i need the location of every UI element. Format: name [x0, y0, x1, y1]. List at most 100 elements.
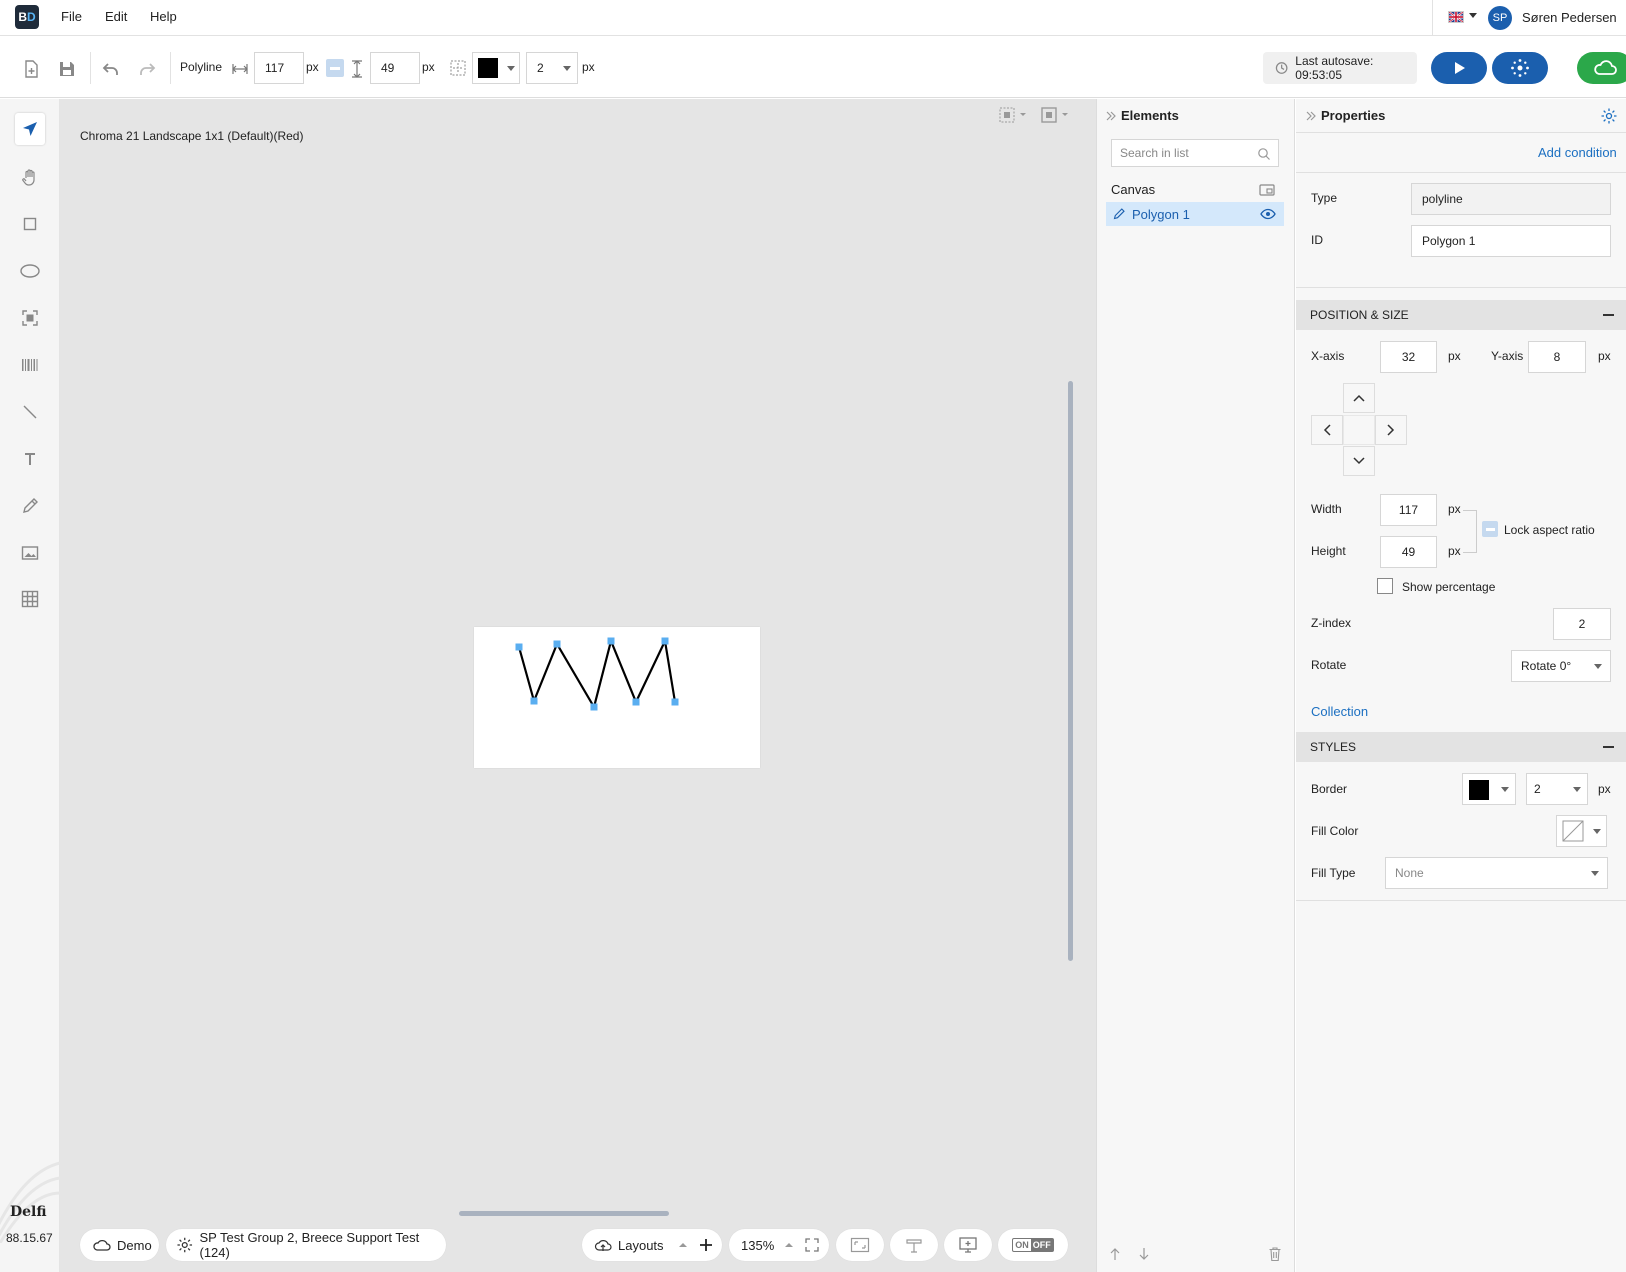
- eye-icon[interactable]: [1260, 208, 1276, 220]
- fill-color-picker[interactable]: [1556, 815, 1607, 847]
- user-name[interactable]: Søren Pedersen: [1522, 10, 1617, 25]
- vertex-handle[interactable]: [515, 643, 523, 651]
- align-menu-icon[interactable]: [998, 106, 1030, 124]
- fill-type-select[interactable]: None: [1385, 857, 1608, 889]
- hand-icon: [22, 169, 35, 186]
- nudge-up-button[interactable]: [1343, 383, 1375, 413]
- y-axis-input[interactable]: 8: [1528, 341, 1586, 373]
- image-tool[interactable]: [18, 541, 42, 565]
- nudge-left-button[interactable]: [1311, 415, 1343, 445]
- border-color-picker[interactable]: [1462, 773, 1516, 805]
- border-style-icon[interactable]: [449, 59, 467, 77]
- frame-tool[interactable]: [18, 306, 42, 330]
- chevron-up-icon[interactable]: [678, 1241, 688, 1249]
- vertical-scrollbar[interactable]: [1068, 381, 1073, 961]
- zindex-input[interactable]: 2: [1553, 608, 1611, 640]
- position-size-section[interactable]: POSITION & SIZE: [1296, 300, 1626, 330]
- gear-icon[interactable]: [1600, 107, 1618, 125]
- collapse-icon[interactable]: [1603, 746, 1614, 748]
- horizontal-scrollbar[interactable]: [459, 1211, 669, 1216]
- styles-section[interactable]: STYLES: [1296, 732, 1626, 762]
- zoom-control[interactable]: 135%: [729, 1229, 829, 1261]
- vertex-handle[interactable]: [632, 698, 640, 706]
- ellipse-tool[interactable]: [18, 259, 42, 283]
- chevron-double-right-icon[interactable]: [1306, 110, 1316, 122]
- new-file-icon[interactable]: [21, 59, 41, 79]
- avatar[interactable]: SP: [1488, 6, 1512, 30]
- vertex-handle[interactable]: [590, 703, 598, 711]
- chevron-down-icon[interactable]: [1469, 13, 1477, 18]
- collapse-icon[interactable]: [1603, 314, 1614, 316]
- nudge-down-button[interactable]: [1343, 446, 1375, 476]
- height-input[interactable]: 49: [1380, 536, 1437, 568]
- preview-screen-button[interactable]: [944, 1229, 992, 1261]
- uk-flag-icon[interactable]: [1448, 11, 1464, 23]
- id-input[interactable]: Polygon 1: [1411, 225, 1611, 257]
- no-fill-icon: [1562, 820, 1584, 842]
- save-icon[interactable]: [57, 59, 77, 79]
- cloud-sync-button[interactable]: [1577, 52, 1626, 84]
- border-width-select[interactable]: 2: [526, 52, 578, 84]
- hand-tool[interactable]: [18, 166, 42, 190]
- layouts-control[interactable]: Layouts: [582, 1229, 722, 1261]
- arrow-down-icon[interactable]: [1138, 1247, 1150, 1261]
- redo-icon[interactable]: [137, 59, 157, 79]
- group-selector[interactable]: SP Test Group 2, Breece Support Test (12…: [166, 1229, 446, 1261]
- chevron-double-right-icon[interactable]: [1106, 110, 1116, 122]
- nudge-right-button[interactable]: [1375, 415, 1407, 445]
- group-label: SP Test Group 2, Breece Support Test (12…: [199, 1230, 420, 1260]
- border-color-picker[interactable]: [472, 52, 520, 84]
- gear-icon: [177, 1237, 193, 1253]
- undo-icon[interactable]: [101, 59, 121, 79]
- trash-icon[interactable]: [1268, 1246, 1282, 1262]
- on-off-toggle[interactable]: ON OFF: [998, 1229, 1068, 1261]
- menu-edit[interactable]: Edit: [105, 9, 127, 24]
- vertex-handle[interactable]: [530, 697, 538, 705]
- polyline-shape[interactable]: [474, 627, 760, 768]
- lock-aspect-icon[interactable]: [1482, 521, 1498, 537]
- play-button[interactable]: [1431, 52, 1487, 84]
- x-axis-input[interactable]: 32: [1380, 341, 1437, 373]
- add-icon[interactable]: [698, 1237, 714, 1253]
- list-item[interactable]: Polygon 1: [1106, 202, 1284, 226]
- distribute-menu-icon[interactable]: [1040, 106, 1072, 124]
- barcode-tool[interactable]: [18, 353, 42, 377]
- publish-button[interactable]: [1492, 52, 1548, 84]
- width-label: Width: [1311, 502, 1342, 516]
- demo-button[interactable]: Demo: [80, 1229, 159, 1261]
- vertex-handle[interactable]: [607, 637, 615, 645]
- chevron-up-icon[interactable]: [784, 1241, 794, 1249]
- artboard[interactable]: [474, 627, 760, 768]
- arrow-up-icon[interactable]: [1109, 1247, 1121, 1261]
- width-input[interactable]: 117: [1380, 494, 1437, 526]
- show-percentage-checkbox[interactable]: [1377, 578, 1393, 594]
- lock-ratio-icon[interactable]: [326, 59, 344, 77]
- fullscreen-icon[interactable]: [804, 1237, 820, 1253]
- canvas-node[interactable]: Canvas: [1111, 182, 1155, 197]
- border-width-select[interactable]: 2: [1526, 773, 1588, 805]
- vertex-handle[interactable]: [671, 698, 679, 706]
- cloud-upload-icon: [594, 1240, 612, 1251]
- toolbar-width-input[interactable]: 117: [254, 52, 304, 84]
- menu-file[interactable]: File: [61, 9, 82, 24]
- chevron-up-icon: [1353, 394, 1365, 402]
- guides-button[interactable]: [890, 1229, 938, 1261]
- text-tool[interactable]: [18, 447, 42, 471]
- line-tool[interactable]: [18, 400, 42, 424]
- vertex-handle[interactable]: [661, 637, 669, 645]
- polyline-path[interactable]: [517, 637, 677, 710]
- pencil-tool[interactable]: [18, 494, 42, 518]
- rotate-select[interactable]: Rotate 0°: [1511, 650, 1611, 682]
- toolbar-height-input[interactable]: 49: [370, 52, 420, 84]
- rectangle-tool[interactable]: [18, 212, 42, 236]
- collection-link[interactable]: Collection: [1311, 704, 1368, 719]
- menu-help[interactable]: Help: [150, 9, 177, 24]
- fit-screen-button[interactable]: [836, 1229, 884, 1261]
- divider: [1296, 900, 1626, 901]
- add-condition-link[interactable]: Add condition: [1538, 145, 1617, 160]
- table-tool[interactable]: [18, 587, 42, 611]
- select-tool[interactable]: [15, 113, 45, 145]
- canvas-settings-icon[interactable]: [1259, 183, 1275, 197]
- elements-search-input[interactable]: Search in list: [1111, 139, 1279, 167]
- vertex-handle[interactable]: [553, 640, 561, 648]
